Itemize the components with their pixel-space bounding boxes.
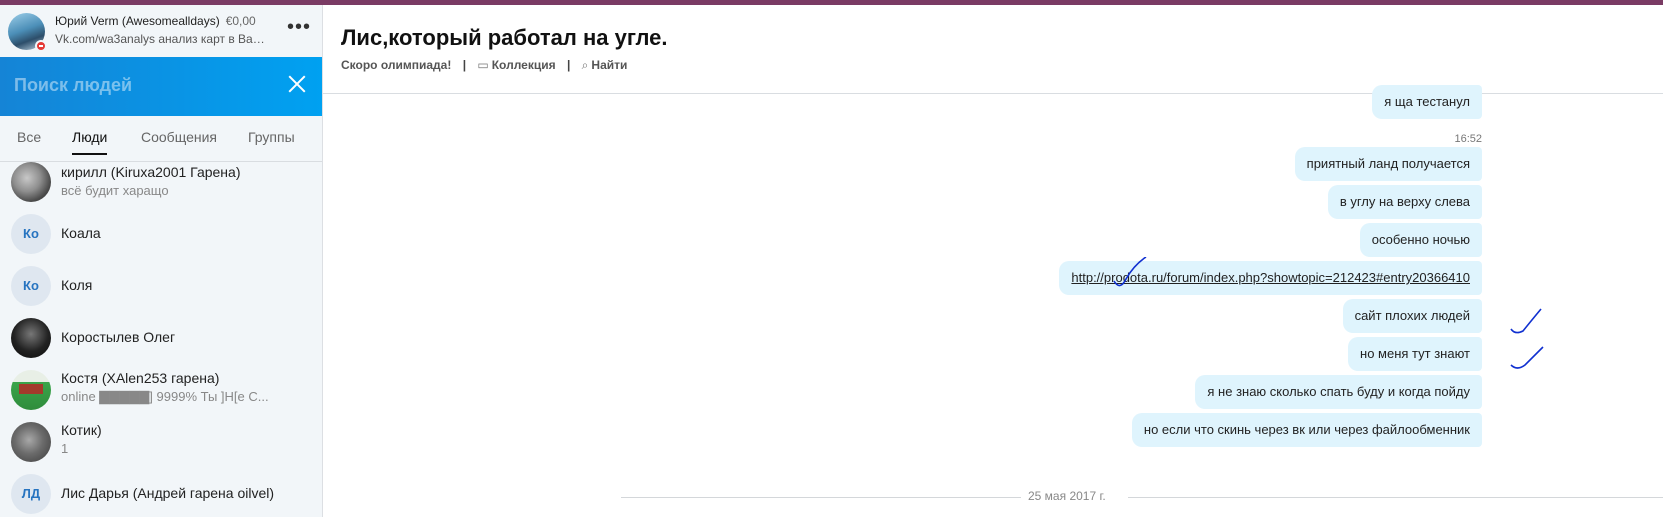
- separator-line: [1128, 497, 1663, 498]
- avatar: [11, 318, 51, 358]
- contact-status: 1: [61, 441, 69, 456]
- find-link[interactable]: ⌕ Найти: [582, 58, 628, 72]
- status-busy-icon: [35, 40, 47, 52]
- message-bubble[interactable]: в углу на верху слева: [1327, 185, 1482, 219]
- avatar: [11, 162, 51, 202]
- avatar: ЛД: [11, 474, 51, 514]
- message-bubble[interactable]: особенно ночью: [1359, 223, 1482, 257]
- contact-name: Котик): [61, 422, 102, 438]
- separator: |: [462, 58, 467, 72]
- date-separator: 25 мая 2017 г.: [621, 489, 1663, 509]
- list-item[interactable]: Котик) 1: [0, 420, 322, 474]
- avatar: [11, 370, 51, 410]
- contact-name: Костя (XAlen253 гарена): [61, 370, 220, 386]
- contact-name: кирилл (Kiruxa2001 Гарена): [61, 164, 241, 180]
- chat-mood: Скоро олимпиада!: [341, 58, 452, 72]
- message-bubble[interactable]: я ща тестанул: [1372, 85, 1482, 119]
- close-icon[interactable]: [287, 74, 307, 94]
- list-item[interactable]: Ко Коала: [0, 212, 322, 266]
- list-item[interactable]: Костя (XAlen253 гарена) online ▇▇▇▇▇] 99…: [0, 368, 322, 422]
- profile-name: Юрий Verm (Awesomealldays) €0,00: [55, 14, 256, 28]
- message-bubble[interactable]: но меня тут знают: [1348, 337, 1482, 371]
- search-input[interactable]: Поиск людей: [14, 75, 132, 96]
- contact-status: online ▇▇▇▇▇] 9999% Ты ]H[e C...: [61, 389, 269, 404]
- chat-meta: Скоро олимпиада! | ▭ Коллекция | ⌕ Найти: [341, 58, 627, 73]
- checkmark-annotation-icon: [1113, 257, 1147, 287]
- profile-balance: €0,00: [225, 14, 256, 28]
- tab-people[interactable]: Люди: [72, 129, 108, 155]
- checkmark-annotation-icon: [1510, 346, 1544, 369]
- checkmark-annotation-icon: [1510, 308, 1542, 334]
- profile-mood: Vk.com/wa3analys анализ карт в Вар...: [55, 32, 265, 46]
- chat-pane: Лис,который работал на угле. Скоро олимп…: [323, 5, 1663, 517]
- list-item[interactable]: ЛД Лис Дарья (Андрей гарена oilvel): [0, 472, 322, 517]
- tab-groups[interactable]: Группы: [248, 129, 295, 145]
- contact-name: Коала: [61, 225, 101, 241]
- tab-messages[interactable]: Сообщения: [141, 129, 217, 145]
- list-item[interactable]: Коростылев Олег: [0, 316, 322, 370]
- tab-all[interactable]: Все: [17, 129, 41, 145]
- page-title: Лис,который работал на угле.: [341, 25, 668, 50]
- message-bubble[interactable]: я не знаю сколько спать буду и когда пой…: [1195, 375, 1482, 409]
- date-label: 25 мая 2017 г.: [1028, 489, 1106, 503]
- separator: |: [566, 58, 571, 72]
- message-bubble[interactable]: сайт плохих людей: [1342, 299, 1482, 333]
- search-bar[interactable]: Поиск людей: [0, 57, 322, 116]
- separator-line: [621, 497, 1021, 498]
- list-item[interactable]: кирилл (Kiruxa2001 Гарена) всё будит хар…: [0, 162, 322, 216]
- avatar: Ко: [11, 214, 51, 254]
- message-bubble[interactable]: приятный ланд получается: [1294, 147, 1482, 181]
- search-tabs: Все Люди Сообщения Группы: [0, 116, 322, 162]
- contact-name: Коростылев Олег: [61, 329, 176, 345]
- more-options-icon[interactable]: •••: [287, 17, 311, 37]
- profile-header[interactable]: Юрий Verm (Awesomealldays) €0,00 Vk.com/w…: [0, 5, 322, 57]
- search-icon: ⌕: [581, 58, 589, 72]
- collection-link[interactable]: ▭ Коллекция: [477, 58, 555, 72]
- message-bubble[interactable]: но если что скинь через вк или через фай…: [1131, 413, 1482, 447]
- message-time: 16:52: [1454, 133, 1482, 145]
- contact-name: Коля: [61, 277, 93, 293]
- contact-name: Лис Дарья (Андрей гарена oilvel): [61, 485, 275, 501]
- list-item[interactable]: Ко Коля: [0, 264, 322, 318]
- profile-avatar[interactable]: [8, 13, 47, 52]
- avatar: [11, 422, 51, 462]
- sidebar: Юрий Verm (Awesomealldays) €0,00 Vk.com/w…: [0, 5, 323, 517]
- avatar: Ко: [11, 266, 51, 306]
- gallery-icon: ▭: [477, 58, 489, 72]
- contact-status: всё будит харащо: [61, 183, 169, 198]
